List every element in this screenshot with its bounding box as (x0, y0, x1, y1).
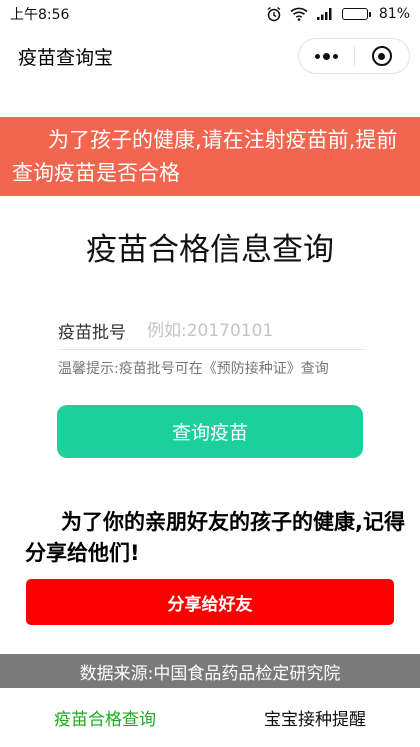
mini-program-capsule (298, 38, 410, 74)
close-button[interactable] (355, 39, 410, 73)
tab-bar: 疫苗合格查询 宝宝接种提醒 (0, 688, 420, 747)
share-message: 为了你的亲朋好友的孩子的健康,记得分享给他们! (25, 510, 405, 565)
app-title: 疫苗查询宝 (18, 46, 114, 69)
query-vaccine-button[interactable]: 查询疫苗 (57, 405, 363, 458)
share-to-friends-button[interactable]: 分享给好友 (26, 579, 394, 625)
target-circle-icon (371, 46, 392, 66)
tab-vaccine-query[interactable]: 疫苗合格查询 (0, 688, 210, 747)
more-dots-icon (314, 52, 338, 60)
status-icons: 81% (266, 6, 410, 22)
warning-banner: 为了孩子的健康,请在注射疫苗前,提前查询疫苗是否合格 (0, 117, 420, 196)
wifi-icon (290, 7, 308, 21)
signal-icon (316, 7, 334, 21)
data-source-bar: 数据来源:中国食品药品检定研究院 (0, 654, 420, 688)
nav-bar: 疫苗查询宝 (0, 28, 420, 84)
batch-number-input[interactable] (147, 320, 366, 341)
battery-icon (341, 8, 371, 20)
status-time: 上午8:56 (10, 7, 70, 23)
page-title: 疫苗合格信息查询 (86, 232, 334, 268)
more-button[interactable] (299, 39, 354, 73)
tab-vaccination-reminder[interactable]: 宝宝接种提醒 (210, 688, 420, 747)
alarm-icon (266, 6, 282, 22)
batch-number-label: 疫苗批号 (58, 323, 126, 343)
status-bar: 上午8:56 81% (0, 0, 420, 28)
battery-percent: 81% (378, 6, 410, 22)
hint-text: 温馨提示:疫苗批号可在《预防接种证》查询 (58, 361, 329, 377)
batch-number-row: 疫苗批号 (58, 312, 366, 350)
